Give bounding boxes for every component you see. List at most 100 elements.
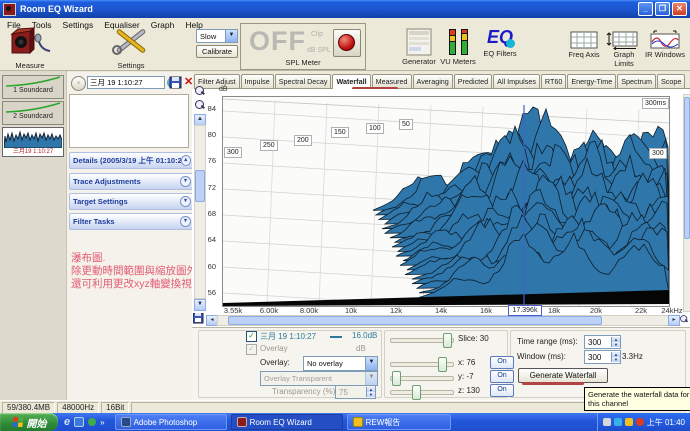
record-button[interactable] — [333, 29, 361, 57]
spin-down-icon[interactable]: ▼ — [367, 392, 375, 397]
waterfall-chart[interactable] — [223, 97, 669, 306]
tab-spectral-decay[interactable]: Spectral Decay — [275, 74, 332, 88]
zoom-in-icon[interactable] — [195, 86, 206, 97]
system-tray: 上午 01:40 — [597, 413, 690, 431]
control-trace-name: 三月 19 1:10:27 — [260, 331, 316, 342]
spin-down-icon[interactable]: ▼ — [612, 357, 620, 362]
chevron-down-icon[interactable]: ▾ — [180, 196, 191, 207]
settings-button[interactable]: Settings — [110, 26, 152, 70]
save-icon[interactable] — [169, 76, 182, 89]
x-tick: 22k — [625, 306, 657, 315]
z-on-button[interactable]: On — [490, 384, 514, 397]
trace-visible-checkbox[interactable]: ✓ — [246, 331, 257, 342]
freq-axis-label: Freq Axis — [566, 50, 602, 59]
save-graph-icon[interactable] — [193, 313, 204, 324]
security-shield-icon[interactable] — [625, 418, 633, 426]
generator-button[interactable]: Generator — [400, 27, 438, 66]
measurement-thumb-1[interactable]: 1 Soundcard — [2, 75, 64, 99]
h-scroll-thumb[interactable] — [228, 316, 602, 325]
y-on-button[interactable]: On — [490, 370, 514, 383]
chevron-down-icon[interactable]: ▼ — [365, 357, 377, 370]
generate-waterfall-button[interactable]: Generate Waterfall — [518, 368, 608, 383]
close-button[interactable]: ✕ — [672, 2, 687, 16]
measurement-thumb-2-label: 2 Soundcard — [3, 113, 63, 120]
overlay-checkbox-disabled[interactable]: ✓ — [246, 344, 257, 355]
graph-v-scrollbar-right[interactable] — [683, 94, 690, 312]
vu-meters-button[interactable]: VU Meters — [440, 27, 476, 66]
tab-all-impulses[interactable]: All Impulses — [493, 74, 540, 88]
measure-button[interactable]: Measure — [8, 26, 52, 70]
time-range-spinner[interactable]: 300 ▲▼ — [584, 335, 621, 349]
task-adobe-photoshop[interactable]: Adobe Photoshop — [115, 414, 227, 430]
z-rotation-slider-thumb[interactable] — [412, 385, 421, 400]
menu-settings[interactable]: Settings — [63, 20, 94, 30]
network-icon[interactable] — [614, 418, 622, 426]
tab-averaging[interactable]: Averaging — [413, 74, 453, 88]
tab-rt60[interactable]: RT60 — [541, 74, 566, 88]
trace-name-input[interactable] — [87, 76, 165, 89]
waterfall-plot[interactable]: 300 250 200 150 100 50 300ms 300 — [222, 96, 670, 307]
freq-axis-button[interactable]: Freq Axis — [566, 30, 602, 59]
section-trace-adjustments[interactable]: Trace Adjustments ▾ — [69, 173, 194, 190]
restore-button[interactable]: ❐ — [655, 2, 670, 16]
tab-measured[interactable]: Measured — [372, 74, 412, 88]
chevron-down-icon[interactable]: ▾ — [180, 216, 191, 227]
folder-icon — [353, 417, 363, 427]
x-tick: 14k — [425, 306, 457, 315]
quick-launch-overflow-icon[interactable]: » — [100, 418, 104, 427]
trace-line-sample — [330, 336, 342, 338]
graph-limits-button[interactable]: Graph Limits — [604, 30, 644, 68]
minimize-button[interactable]: _ — [638, 2, 653, 16]
start-button[interactable]: 開始 — [0, 413, 58, 431]
window-spinner[interactable]: 300 ▲▼ — [584, 350, 621, 364]
meter-speed-value: Slow — [200, 32, 216, 41]
y-tick: 68 — [200, 209, 216, 218]
v-scroll-thumb-right[interactable] — [684, 97, 690, 239]
eq-filters-button[interactable]: EQ EQ Filters — [480, 27, 520, 58]
messenger-icon[interactable] — [636, 418, 644, 426]
measurement-thumb-3-selected[interactable]: 三月19 1:10:27 — [2, 127, 64, 157]
x-rotation-slider-thumb[interactable] — [438, 357, 447, 372]
slice-slider-thumb[interactable] — [443, 333, 452, 348]
ir-windows-button[interactable]: IR Windows — [644, 30, 686, 59]
task-rew-folder[interactable]: REW報告 — [347, 414, 451, 430]
transparency-spinner[interactable]: 75 ▲▼ — [335, 385, 376, 399]
menu-help[interactable]: Help — [185, 20, 202, 30]
volume-icon[interactable] — [603, 418, 611, 426]
tab-predicted[interactable]: Predicted — [454, 74, 492, 88]
section-target-settings[interactable]: Target Settings ▾ — [69, 193, 194, 210]
desktop-icon[interactable] — [74, 417, 84, 427]
media-player-icon[interactable] — [88, 418, 96, 426]
zoom-x-icon[interactable] — [679, 314, 690, 325]
time-slice-label: 200 — [294, 135, 312, 146]
calibrate-button[interactable]: Calibrate — [196, 45, 238, 58]
chevron-up-icon[interactable]: ▴ — [181, 155, 191, 166]
trace-notes-box[interactable] — [69, 94, 189, 148]
overlay-select[interactable]: No overlay ▼ — [303, 356, 378, 371]
x-tick: 18k — [538, 306, 570, 315]
trace-menu-button[interactable]: ◦ — [71, 76, 86, 91]
tab-spectrum[interactable]: Spectrum — [617, 74, 656, 88]
spin-down-icon[interactable]: ▼ — [612, 342, 620, 347]
x-on-button[interactable]: On — [490, 356, 514, 369]
chevron-down-icon[interactable]: ▼ — [225, 30, 237, 42]
ie-icon[interactable]: e — [64, 416, 70, 428]
tab-scope[interactable]: Scope — [657, 74, 685, 88]
measurement-thumb-2[interactable]: 2 Soundcard — [2, 101, 64, 125]
x-tick: 12k — [380, 306, 412, 315]
v-scroll-down-button[interactable]: ▼ — [194, 299, 206, 311]
tab-impulse[interactable]: Impulse — [241, 74, 274, 88]
graph-h-scrollbar[interactable] — [217, 315, 669, 326]
trace-level: 16.0dB — [352, 331, 377, 340]
menu-graph[interactable]: Graph — [151, 20, 175, 30]
tab-energy-time[interactable]: Energy-Time — [567, 74, 616, 88]
z-rotation-slider[interactable] — [390, 390, 454, 395]
overlay-transparent-select-disabled[interactable]: Overlay Transparent ▼ — [260, 371, 378, 386]
y-rotation-slider-thumb[interactable] — [392, 371, 401, 386]
task-room-eq-wizard[interactable]: Room EQ Wizard — [231, 414, 343, 430]
section-filter-tasks[interactable]: Filter Tasks ▾ — [69, 213, 194, 230]
delete-trace-icon[interactable]: ✕ — [184, 75, 193, 88]
chevron-down-icon[interactable]: ▾ — [180, 176, 191, 187]
section-details[interactable]: Details (2005/3/19 上午 01:10:27) ▴ — [69, 152, 194, 169]
meter-speed-select[interactable]: Slow ▼ — [196, 29, 238, 43]
